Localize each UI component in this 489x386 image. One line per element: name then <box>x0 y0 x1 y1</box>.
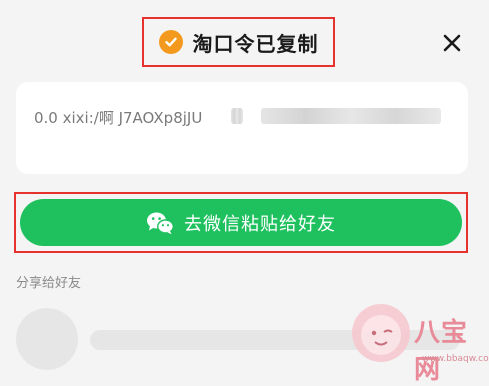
paste-to-wechat-button[interactable]: 去微信粘贴给好友 <box>20 199 462 246</box>
watermark-logo: 八宝网 www.bbaqw.com <box>352 300 489 385</box>
taokouling-code-card[interactable]: 0.0 xixi:/啊 J7AOXp8jJU <box>16 82 468 174</box>
blurred-code-segment <box>261 108 441 124</box>
share-to-friends-heading: 分享给好友 <box>16 276 82 291</box>
share-sheet: 淘口令已复制 0.0 xixi:/啊 J7AOXp8jJU 去微信粘贴给好友 分 <box>0 0 489 385</box>
watermark-face-icon <box>352 304 410 362</box>
title-highlight-box: 淘口令已复制 <box>142 17 335 67</box>
wechat-icon <box>147 212 174 234</box>
watermark-url: www.bbaqw.com <box>422 354 489 364</box>
close-button[interactable] <box>440 31 464 55</box>
paste-to-wechat-label: 去微信粘贴给好友 <box>184 213 336 235</box>
friend-avatar[interactable] <box>16 308 78 370</box>
check-circle-icon <box>158 30 183 54</box>
close-icon <box>443 34 461 52</box>
watermark-text: 八宝网 <box>414 318 469 385</box>
blurred-code-segment <box>231 108 243 124</box>
dialog-title: 淘口令已复制 <box>192 31 319 56</box>
taokouling-code-text: 0.0 xixi:/啊 J7AOXp8jJU <box>34 109 203 127</box>
button-highlight-box: 去微信粘贴给好友 <box>14 192 468 253</box>
